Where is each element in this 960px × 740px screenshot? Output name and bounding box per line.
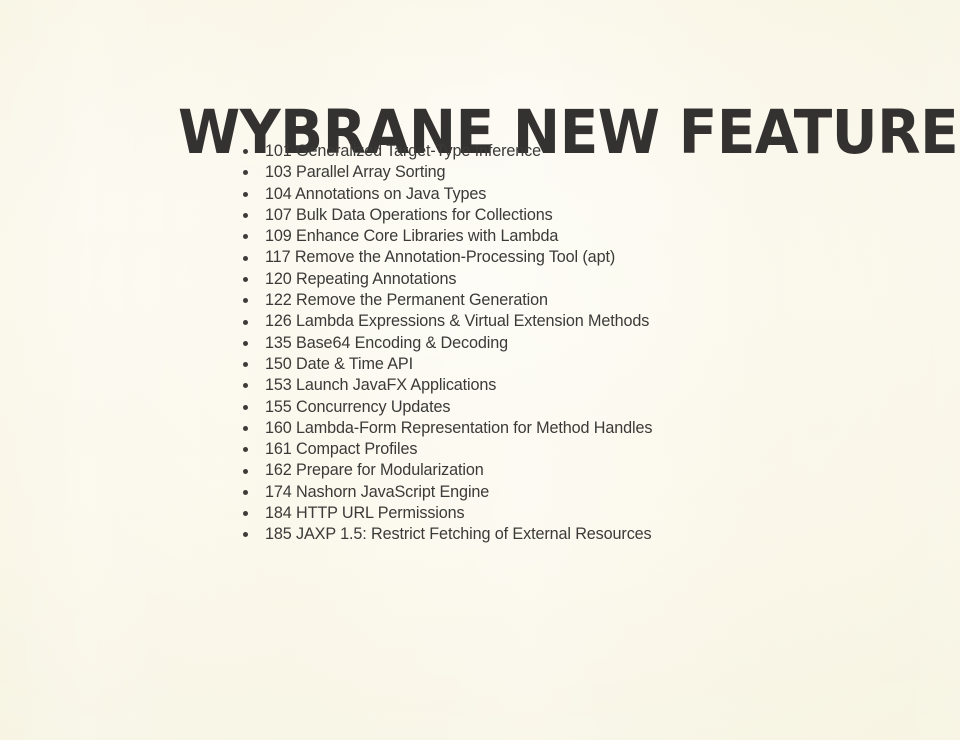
list-item: 150 Date & Time API	[240, 354, 652, 375]
list-item: 161 Compact Profiles	[240, 439, 652, 460]
list-item: 104 Annotations on Java Types	[240, 184, 652, 205]
bullet-dot-icon	[243, 404, 248, 410]
list-item-label: 184 HTTP URL Permissions	[265, 504, 465, 523]
list-item-label: 150 Date & Time API	[265, 354, 413, 373]
slide-content: WYBRANE NEW FEATURES 101 Generalized Tar…	[0, 0, 960, 740]
bullet-dot-icon	[243, 298, 248, 304]
list-item: 160 Lambda-Form Representation for Metho…	[240, 418, 652, 439]
list-item: 120 Repeating Annotations	[240, 269, 652, 290]
list-item: 101 Generalized Target-Type Inference	[240, 141, 652, 162]
list-item-label: 135 Base64 Encoding & Decoding	[265, 333, 508, 352]
list-item-label: 104 Annotations on Java Types	[265, 184, 487, 203]
list-item: 162 Prepare for Modularization	[240, 460, 652, 481]
list-item-label: 162 Prepare for Modularization	[265, 461, 484, 480]
list-item: 155 Concurrency Updates	[240, 397, 652, 418]
bullet-dot-icon	[243, 319, 248, 325]
bullet-dot-icon	[243, 362, 248, 368]
bullet-dot-icon	[243, 426, 248, 431]
bullet-dot-icon	[243, 340, 248, 346]
list-item: 126 Lambda Expressions & Virtual Extensi…	[240, 311, 652, 332]
list-item-label: 174 Nashorn JavaScript Engine	[265, 482, 490, 501]
list-item-label: 103 Parallel Array Sorting	[265, 163, 446, 182]
bullet-dot-icon	[243, 511, 248, 517]
list-item: 135 Base64 Encoding & Decoding	[240, 333, 652, 354]
list-item: 184 HTTP URL Permissions	[240, 503, 652, 524]
list-item-label: 126 Lambda Expressions & Virtual Extensi…	[265, 312, 650, 331]
bullet-dot-icon	[243, 149, 248, 155]
bullet-dot-icon	[243, 383, 248, 389]
list-item-label: 155 Concurrency Updates	[265, 397, 451, 416]
list-item-label: 153 Launch JavaFX Applications	[265, 376, 497, 395]
list-item: 117 Remove the Annotation-Processing Too…	[240, 247, 652, 268]
presentation-slide: WYBRANE NEW FEATURES 101 Generalized Tar…	[0, 0, 960, 740]
list-item: 107 Bulk Data Operations for Collections	[240, 205, 652, 226]
bullet-dot-icon	[243, 213, 248, 219]
list-item-label: 185 JAXP 1.5: Restrict Fetching of Exter…	[265, 525, 652, 544]
bullet-dot-icon	[243, 532, 248, 538]
list-item-label: 160 Lambda-Form Representation for Metho…	[265, 418, 653, 437]
list-item: 103 Parallel Array Sorting	[240, 162, 652, 183]
feature-list: 101 Generalized Target-Type Inference 103…	[240, 141, 652, 546]
bullet-dot-icon	[243, 468, 248, 474]
list-item: 174 Nashorn JavaScript Engine	[240, 482, 652, 503]
bullet-dot-icon	[243, 170, 248, 176]
list-item-label: 122 Remove the Permanent Generation	[265, 291, 548, 310]
bullet-dot-icon	[243, 276, 248, 282]
list-item-label: 101 Generalized Target-Type Inference	[265, 142, 542, 160]
list-item: 109 Enhance Core Libraries with Lambda	[240, 226, 652, 247]
list-item: 185 JAXP 1.5: Restrict Fetching of Exter…	[240, 524, 652, 545]
list-item-label: 107 Bulk Data Operations for Collections	[265, 205, 553, 224]
bullet-dot-icon	[243, 191, 248, 197]
list-item: 153 Launch JavaFX Applications	[240, 375, 652, 396]
bullet-dot-icon	[243, 255, 248, 261]
bullet-dot-icon	[243, 234, 248, 240]
list-item-label: 161 Compact Profiles	[265, 440, 418, 459]
bullet-dot-icon	[243, 489, 248, 495]
list-item: 122 Remove the Permanent Generation	[240, 290, 652, 311]
list-item-label: 109 Enhance Core Libraries with Lambda	[265, 227, 559, 246]
bullet-dot-icon	[243, 447, 248, 453]
list-item-label: 117 Remove the Annotation-Processing Too…	[265, 248, 616, 267]
list-item-label: 120 Repeating Annotations	[265, 269, 457, 288]
